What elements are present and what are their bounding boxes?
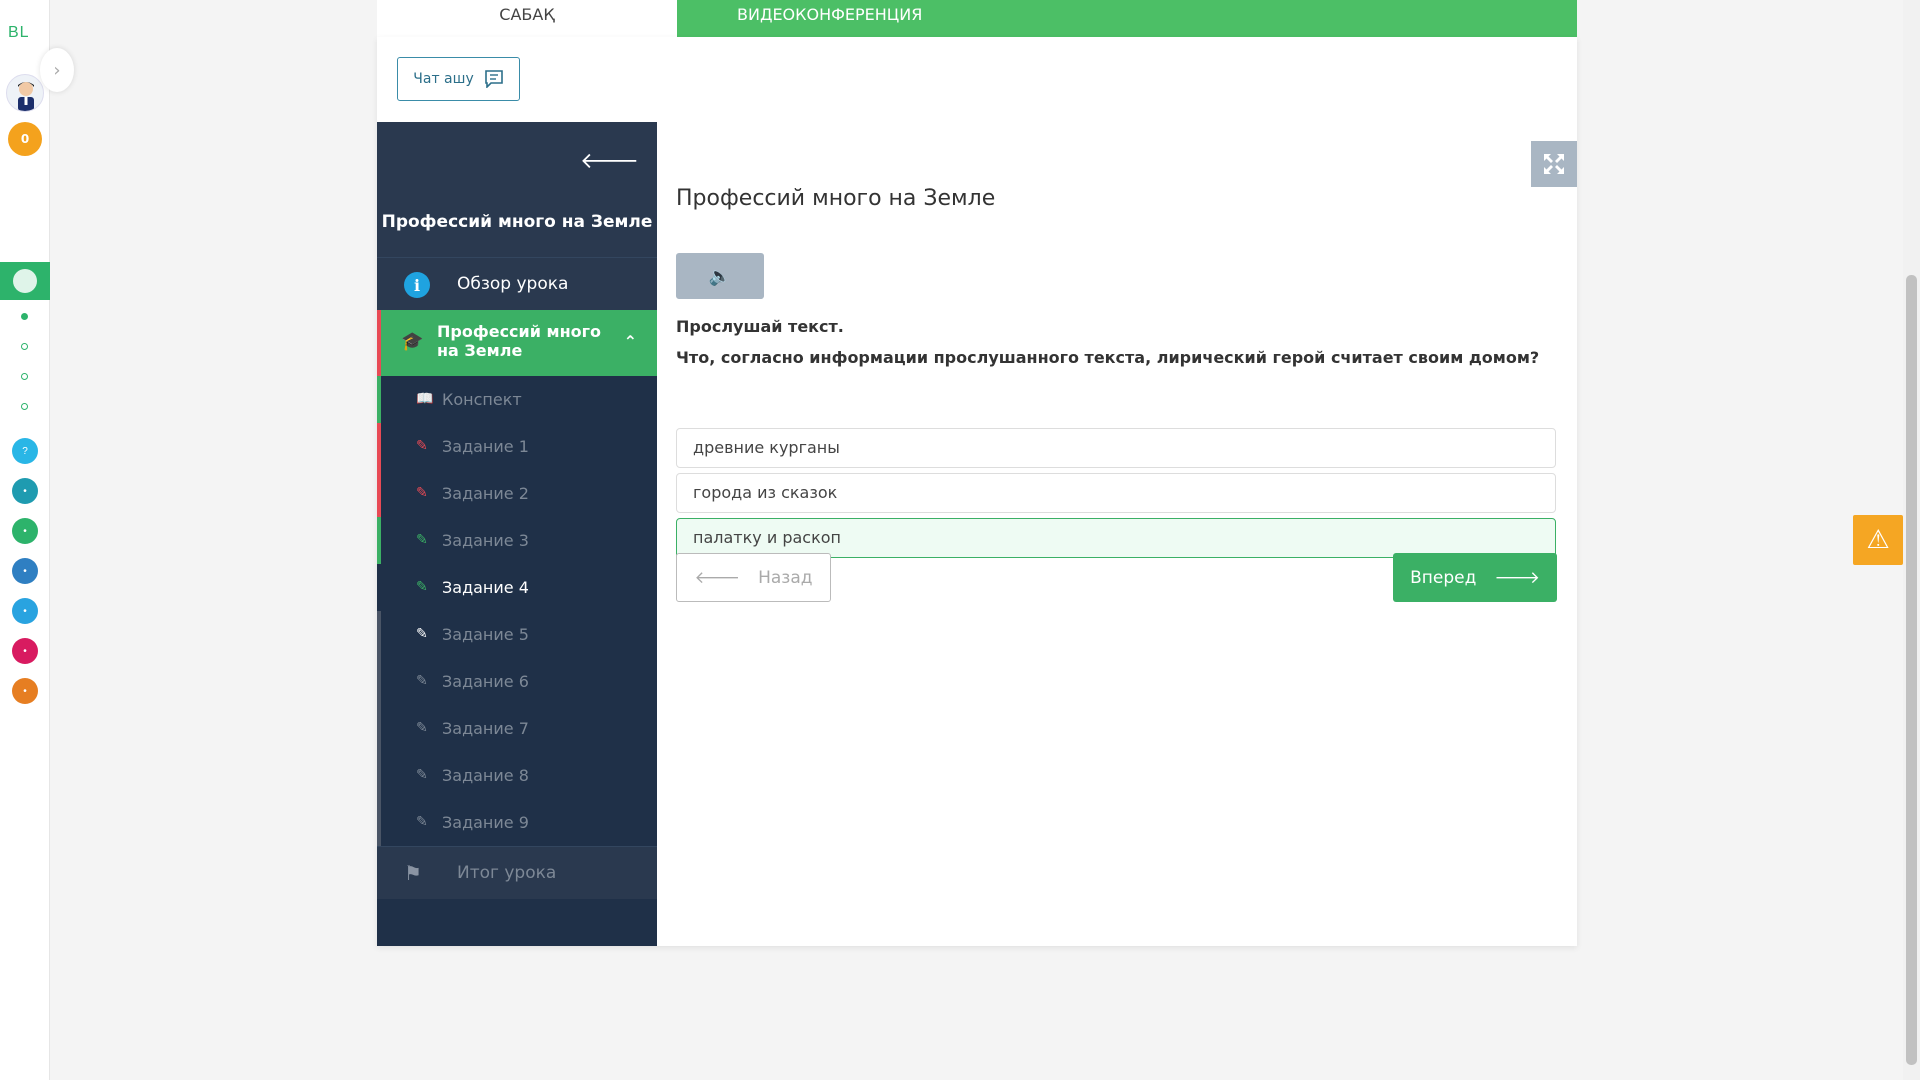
sidebar-subitem[interactable]: 📖 Конспект (377, 376, 657, 423)
book-icon: 📖 (416, 391, 434, 407)
sidebar-item-label: Обзор урока (457, 274, 569, 294)
rail-active-app[interactable] (0, 262, 50, 300)
edit-icon: ✎ (416, 485, 428, 501)
back-button[interactable]: 🡐 Назад (676, 553, 831, 602)
lesson-card: Чат ашу 🡐 Профессий много на Земле i Обз… (377, 37, 1577, 946)
rail-dot[interactable] (21, 343, 28, 350)
coins-badge[interactable]: 0 (8, 122, 42, 156)
scrollbar-thumb[interactable] (1906, 275, 1917, 1065)
lesson-sidebar: 🡐 Профессий много на Земле i Обзор урока… (377, 122, 657, 946)
sidebar-active-section[interactable]: 🎓 Профессий много на Земле ⌃ (377, 310, 657, 376)
open-chat-label: Чат ашу (413, 71, 474, 87)
sidebar-item-summary[interactable]: ⚑ Итог урока (377, 846, 657, 899)
back-label: Назад (758, 567, 813, 588)
sidebar-subitem[interactable]: ✎ Задание 1 (377, 423, 657, 470)
tab-videoconference[interactable]: ВИДЕОКОНФЕРЕНЦИЯ (677, 0, 1577, 37)
sidebar-subitem-label: Задание 3 (442, 531, 529, 550)
expand-icon (1544, 154, 1564, 174)
answer-option[interactable]: города из сказок (676, 473, 1556, 513)
sidebar-subitem-label: Задание 2 (442, 484, 529, 503)
app-icon-4[interactable]: • (12, 598, 38, 624)
edit-icon: ✎ (416, 767, 428, 783)
user-avatar-icon (18, 82, 34, 111)
app-icon-1[interactable]: • (12, 478, 38, 504)
sidebar-subitem-label: Задание 8 (442, 766, 529, 785)
page-title: Профессий много на Земле (676, 186, 996, 211)
sidebar-subitem-label: Задание 4 (442, 578, 529, 597)
edit-icon: ✎ (416, 673, 428, 689)
app-icon-2[interactable]: • (12, 518, 38, 544)
edit-icon: ✎ (416, 626, 428, 642)
answer-option[interactable]: древние курганы (676, 428, 1556, 468)
next-label: Вперед (1410, 567, 1477, 588)
graduation-cap-icon: 🎓 (401, 331, 424, 352)
info-icon: i (404, 272, 430, 298)
arrow-left-icon: 🡐 (694, 567, 741, 588)
sidebar-subitem-label: Задание 1 (442, 437, 529, 456)
expand-rail-button[interactable]: › (40, 48, 74, 92)
tab-lesson[interactable]: САБАҚ (377, 0, 677, 37)
rail-dot[interactable] (21, 373, 28, 380)
sidebar-title: Профессий много на Земле (381, 212, 653, 232)
report-issue-button[interactable]: ⚠ (1853, 515, 1903, 565)
edit-icon: ✎ (416, 532, 428, 548)
next-button[interactable]: Вперед 🡒 (1393, 553, 1557, 602)
play-audio-button[interactable]: 🔈 (676, 253, 764, 299)
app-logo-icon (13, 269, 37, 293)
sidebar-subitem-label: Задание 9 (442, 813, 529, 832)
rail-dot[interactable] (21, 313, 28, 320)
app-icon-6[interactable]: • (12, 678, 38, 704)
rail-dot[interactable] (21, 403, 28, 410)
sidebar-subitem-label: Задание 6 (442, 672, 529, 691)
sidebar-subitem[interactable]: ✎ Задание 5 (377, 611, 657, 658)
warning-icon: ⚠ (1866, 525, 1890, 555)
bl-logo[interactable]: BL (8, 24, 30, 42)
edit-icon: ✎ (416, 579, 428, 595)
sidebar-active-label: Профессий много на Земле (437, 322, 601, 360)
chat-icon (484, 70, 503, 88)
app-icon-3[interactable]: • (12, 558, 38, 584)
app-icon-5[interactable]: • (12, 638, 38, 664)
edit-icon: ✎ (416, 814, 428, 830)
sidebar-subitem[interactable]: ✎ Задание 4 (377, 564, 657, 611)
sidebar-subitem-label: Задание 7 (442, 719, 529, 738)
chevron-up-icon: ⌃ (623, 332, 637, 351)
avatar[interactable] (6, 74, 44, 112)
sidebar-subitem[interactable]: ✎ Задание 3 (377, 517, 657, 564)
sidebar-subitem[interactable]: ✎ Задание 8 (377, 752, 657, 799)
arrow-left-icon[interactable]: 🡐 (580, 148, 639, 174)
sidebar-subitem[interactable]: ✎ Задание 9 (377, 799, 657, 846)
edit-icon: ✎ (416, 438, 428, 454)
left-rail: BL 0 ? • • • • • • › (0, 0, 74, 1080)
sidebar-subitem-label: Задание 5 (442, 625, 529, 644)
chevron-right-icon: › (53, 59, 61, 81)
task-instruction: Прослушай текст. (676, 317, 844, 336)
sidebar-subitem-label: Конспект (442, 390, 522, 409)
sidebar-item-label: Итог урока (457, 863, 557, 883)
task-question: Что, согласно информации прослушанного т… (676, 348, 1540, 367)
open-chat-button[interactable]: Чат ашу (397, 57, 520, 101)
sidebar-header: 🡐 Профессий много на Земле (377, 122, 657, 257)
fullscreen-button[interactable] (1531, 141, 1577, 187)
sidebar-subitem[interactable]: ✎ Задание 6 (377, 658, 657, 705)
question-icon[interactable]: ? (12, 438, 38, 464)
speaker-icon: 🔈 (708, 265, 732, 287)
sidebar-subitem[interactable]: ✎ Задание 7 (377, 705, 657, 752)
sidebar-item-overview[interactable]: i Обзор урока (377, 257, 657, 310)
flag-icon: ⚑ (404, 861, 422, 885)
answer-option[interactable]: палатку и раскоп (676, 518, 1556, 558)
arrow-right-icon: 🡒 (1494, 567, 1540, 588)
edit-icon: ✎ (416, 720, 428, 736)
sidebar-subitem[interactable]: ✎ Задание 2 (377, 470, 657, 517)
